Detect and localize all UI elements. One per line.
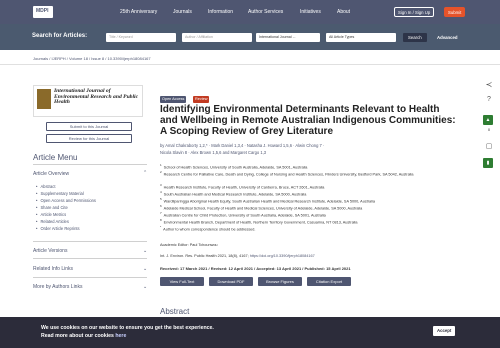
menu-item-reprints[interactable]: Order Article Reprints — [36, 226, 79, 231]
author-affiliation-input[interactable]: Author / Affiliation — [182, 33, 252, 42]
affiliation-2: 2Research Centre for Palliative Care, De… — [160, 170, 414, 177]
academic-editor: Academic Editor: Paul Tchounwou — [160, 243, 218, 247]
breadcrumb-divider — [0, 64, 500, 65]
download-pdf-button[interactable]: Download PDF — [209, 277, 253, 286]
article-versions-toggle[interactable]: Article Versions — [33, 248, 67, 254]
sign-in-button[interactable]: Sign In / Sign Up — [394, 7, 435, 17]
citation-export-button[interactable]: Citation Export — [307, 277, 351, 286]
menu-item-share-cite[interactable]: Share and Cite — [36, 205, 67, 210]
journal-banner[interactable]: International Journal of Environmental R… — [33, 85, 143, 117]
browse-figures-button[interactable]: Browse Figures — [258, 277, 302, 286]
menu-item-abstract[interactable]: Abstract — [36, 184, 55, 189]
logo-text: MDPI — [36, 8, 49, 14]
view-full-text-button[interactable]: View Full-Text — [160, 277, 204, 286]
nav-link-initiatives[interactable]: Initiatives — [300, 9, 321, 15]
accept-cookies-button[interactable]: Accept — [433, 326, 456, 336]
title-keyword-input[interactable]: Title / Keyword — [106, 33, 176, 42]
share-icon[interactable]: ≺ — [483, 80, 495, 89]
more-by-authors-toggle[interactable]: More by Authors Links — [33, 284, 82, 290]
review-for-journal-button[interactable]: Review for this Journal — [46, 134, 132, 143]
nav-link-information[interactable]: Information — [208, 9, 233, 15]
advanced-search-link[interactable]: Advanced — [437, 35, 458, 40]
chevron-down-icon[interactable]: ⌄ — [143, 284, 147, 290]
cookie-more-link[interactable]: here — [115, 333, 126, 339]
citation: Int. J. Environ. Res. Public Health 2021… — [160, 254, 315, 258]
chevron-down-icon[interactable]: ⌄ — [143, 248, 147, 254]
submit-button[interactable]: Submit — [444, 7, 466, 17]
menu-item-supplementary[interactable]: Supplementary Material — [36, 191, 83, 196]
nav-link-about[interactable]: About — [337, 9, 350, 15]
section-divider — [33, 241, 147, 242]
article-type-select[interactable]: All Article Types — [326, 33, 396, 42]
review-badge: Review — [193, 96, 210, 103]
menu-item-open-access[interactable]: Open Access and Permissions — [36, 198, 96, 203]
comment-badge-icon[interactable]: ▮ — [483, 158, 493, 168]
section-divider — [33, 258, 147, 259]
chevron-down-icon[interactable]: ⌄ — [143, 266, 147, 272]
comment-icon[interactable]: ▢ — [483, 142, 495, 150]
journal-cover-icon — [37, 89, 51, 109]
thumbs-up-icon[interactable]: ▲ — [483, 115, 493, 125]
related-info-links-toggle[interactable]: Related Info Links — [33, 266, 73, 272]
publication-dates: Received: 17 March 2021 / Revised: 12 Ap… — [160, 266, 351, 271]
menu-item-metrics[interactable]: Article Metrics — [36, 212, 66, 217]
authors-line-1[interactable]: by Amal Chakraborty 1,2,* · Mark Daniel … — [160, 142, 456, 149]
nav-link-anniversary[interactable]: 25th Anniversary — [120, 9, 157, 15]
search-button[interactable]: Search — [403, 33, 427, 42]
article-menu-title: Article Menu — [33, 153, 78, 162]
chevron-up-icon[interactable]: ⌃ — [143, 170, 147, 176]
menu-divider — [33, 164, 147, 165]
abstract-heading: Abstract — [160, 307, 190, 316]
search-label: Search for Articles: — [32, 33, 88, 39]
section-divider — [33, 277, 147, 278]
open-access-badge[interactable]: Open Access — [160, 96, 187, 103]
cookie-message: We use cookies on our website to ensure … — [41, 325, 214, 339]
like-count: 0 — [487, 127, 491, 132]
submit-to-journal-button[interactable]: Submit to this Journal — [46, 122, 132, 131]
authors-line-2[interactable]: Nicola Slavin 8 · Alex Brown 1,5,6 and M… — [160, 149, 456, 156]
corresponding-author-note: *Author to whom correspondence should be… — [160, 225, 256, 232]
nav-link-author-services[interactable]: Author Services — [248, 9, 283, 15]
doi-link[interactable]: https://doi.org/10.3390/ijerph18084167 — [250, 254, 315, 258]
author-list[interactable]: by Amal Chakraborty 1,2,* · Mark Daniel … — [160, 142, 456, 156]
nav-link-journals[interactable]: Journals — [173, 9, 192, 15]
article-overview-toggle[interactable]: Article Overview — [33, 171, 69, 177]
breadcrumb[interactable]: Journals / IJERPH / Volume 18 / Issue 8 … — [33, 56, 151, 61]
journal-select[interactable]: International Journal ... — [256, 33, 320, 42]
menu-item-related[interactable]: Related Articles — [36, 219, 68, 224]
journal-name: International Journal of Environmental R… — [54, 88, 139, 106]
article-title: Identifying Environmental Determinants R… — [160, 104, 456, 138]
help-icon[interactable]: ? — [483, 96, 495, 103]
